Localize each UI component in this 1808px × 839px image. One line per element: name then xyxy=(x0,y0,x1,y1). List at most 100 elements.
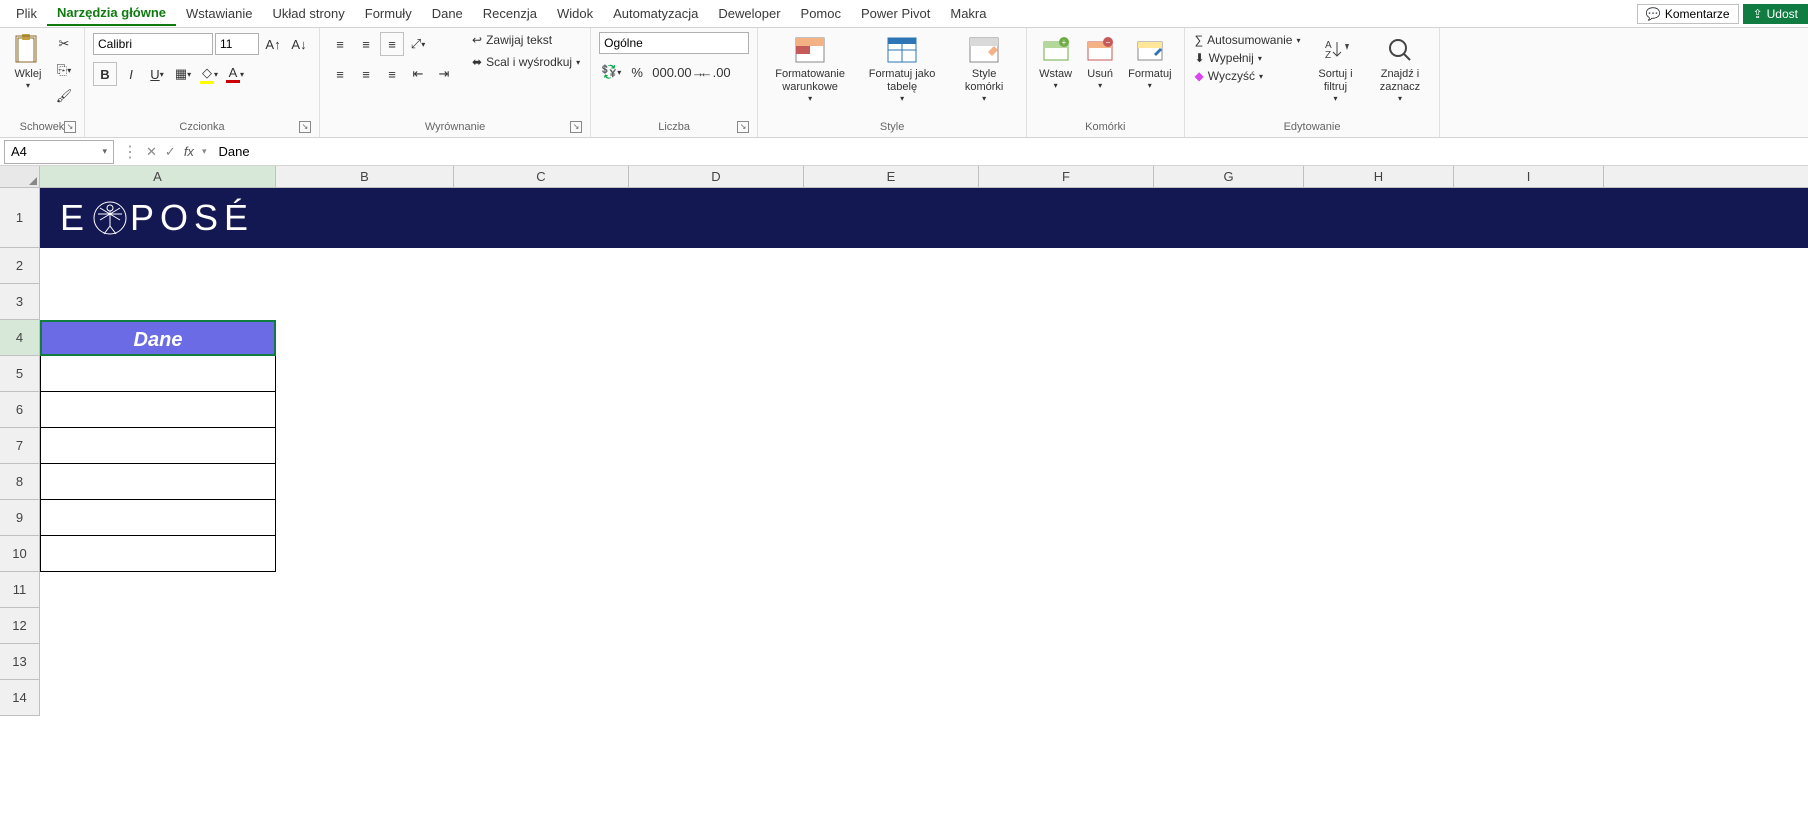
cut-button[interactable]: ✂ xyxy=(52,32,76,56)
cell-A9[interactable] xyxy=(40,500,276,536)
cell-A4[interactable]: Dane xyxy=(40,320,276,356)
underline-button[interactable]: U▾ xyxy=(145,62,169,86)
align-top-button[interactable]: ≡ xyxy=(328,32,352,56)
increase-decimal-button[interactable]: .00→ xyxy=(677,60,701,84)
col-header-F[interactable]: F xyxy=(979,166,1154,187)
borders-button[interactable]: ▦▾ xyxy=(171,62,195,86)
autosum-button[interactable]: ∑ Autosumowanie ▾ xyxy=(1193,32,1303,48)
font-color-button[interactable]: A▾ xyxy=(223,62,247,86)
align-left-button[interactable]: ≡ xyxy=(328,62,352,86)
italic-button[interactable]: I xyxy=(119,62,143,86)
col-header-B[interactable]: B xyxy=(276,166,454,187)
align-middle-button[interactable]: ≡ xyxy=(354,32,378,56)
decrease-indent-button[interactable]: ⇤ xyxy=(406,62,430,86)
row-header-12[interactable]: 12 xyxy=(0,608,39,644)
comments-button[interactable]: 💬 Komentarze xyxy=(1637,4,1739,24)
wrap-text-button[interactable]: ↩ Zawijaj tekst xyxy=(470,32,582,48)
tab-power-pivot[interactable]: Power Pivot xyxy=(851,2,940,25)
increase-indent-button[interactable]: ⇥ xyxy=(432,62,456,86)
col-header-D[interactable]: D xyxy=(629,166,804,187)
tab-file[interactable]: Plik xyxy=(6,2,47,25)
format-as-table-button[interactable]: Formatuj jako tabelę▾ xyxy=(858,32,946,106)
conditional-formatting-button[interactable]: Formatowanie warunkowe▾ xyxy=(766,32,854,106)
cell-A8[interactable] xyxy=(40,464,276,500)
formula-input[interactable] xyxy=(210,140,1808,164)
decrease-decimal-button[interactable]: ←.00 xyxy=(703,60,727,84)
fill-button[interactable]: ⬇ Wypełnij ▾ xyxy=(1193,50,1303,66)
row-header-11[interactable]: 11 xyxy=(0,572,39,608)
col-header-G[interactable]: G xyxy=(1154,166,1304,187)
merge-center-button[interactable]: ⬌ Scal i wyśrodkuj ▾ xyxy=(470,54,582,70)
copy-button[interactable]: ⎘▾ xyxy=(52,58,76,82)
percent-button[interactable]: % xyxy=(625,60,649,84)
row-header-4[interactable]: 4 xyxy=(0,320,39,356)
col-header-I[interactable]: I xyxy=(1454,166,1604,187)
accounting-format-button[interactable]: 💱▾ xyxy=(599,60,623,84)
align-right-button[interactable]: ≡ xyxy=(380,62,404,86)
col-header-C[interactable]: C xyxy=(454,166,629,187)
cell-A5[interactable] xyxy=(40,356,276,392)
dialog-launcher-icon[interactable]: ↘ xyxy=(570,121,582,133)
find-select-button[interactable]: Znajdź i zaznacz▾ xyxy=(1368,32,1431,106)
dialog-launcher-icon[interactable]: ↘ xyxy=(299,121,311,133)
row-header-5[interactable]: 5 xyxy=(0,356,39,392)
row-header-10[interactable]: 10 xyxy=(0,536,39,572)
row-header-8[interactable]: 8 xyxy=(0,464,39,500)
col-header-A[interactable]: A xyxy=(40,166,276,187)
comma-button[interactable]: 000 xyxy=(651,60,675,84)
share-button[interactable]: ⇪ Udost xyxy=(1743,4,1808,24)
tab-home[interactable]: Narzędzia główne xyxy=(47,1,176,26)
row-header-3[interactable]: 3 xyxy=(0,284,39,320)
cancel-formula-button[interactable]: ✕ xyxy=(142,144,161,160)
insert-cells-button[interactable]: + Wstaw▾ xyxy=(1035,32,1076,93)
cell-styles-button[interactable]: Style komórki▾ xyxy=(950,32,1018,106)
bold-button[interactable]: B xyxy=(93,62,117,86)
tab-help[interactable]: Pomoc xyxy=(791,2,851,25)
row-header-2[interactable]: 2 xyxy=(0,248,39,284)
col-header-H[interactable]: H xyxy=(1304,166,1454,187)
clear-button[interactable]: ◆ Wyczyść ▾ xyxy=(1193,68,1303,84)
cell-A10[interactable] xyxy=(40,536,276,572)
cell-A6[interactable] xyxy=(40,392,276,428)
row-header-9[interactable]: 9 xyxy=(0,500,39,536)
cells-area[interactable]: E POSÉ Dane xyxy=(40,188,1808,716)
sort-filter-button[interactable]: AZ Sortuj i filtruj▾ xyxy=(1306,32,1364,106)
font-name-input[interactable] xyxy=(93,33,213,55)
tab-automate[interactable]: Automatyzacja xyxy=(603,2,708,25)
fill-color-button[interactable]: ◇▾ xyxy=(197,62,221,86)
tab-review[interactable]: Recenzja xyxy=(473,2,547,25)
tab-insert[interactable]: Wstawianie xyxy=(176,2,262,25)
increase-font-button[interactable]: A↑ xyxy=(261,32,285,56)
row-header-1[interactable]: 1 xyxy=(0,188,39,248)
name-box[interactable]: A4 ▾ xyxy=(4,140,114,164)
format-painter-button[interactable]: 🖌 xyxy=(52,84,76,108)
fx-icon[interactable]: fx xyxy=(180,144,198,159)
col-header-E[interactable]: E xyxy=(804,166,979,187)
tab-developer[interactable]: Deweloper xyxy=(708,2,790,25)
align-bottom-button[interactable]: ≡ xyxy=(380,32,404,56)
comments-label: Komentarze xyxy=(1665,7,1730,21)
chevron-down-icon[interactable]: ▾ xyxy=(198,146,211,157)
tab-page-layout[interactable]: Układ strony xyxy=(263,2,355,25)
row-header-14[interactable]: 14 xyxy=(0,680,39,716)
number-format-select[interactable] xyxy=(599,32,749,54)
dialog-launcher-icon[interactable]: ↘ xyxy=(64,121,76,133)
select-all-corner[interactable] xyxy=(0,166,40,187)
align-center-button[interactable]: ≡ xyxy=(354,62,378,86)
enter-formula-button[interactable]: ✓ xyxy=(161,144,180,160)
format-cells-button[interactable]: Formatuj▾ xyxy=(1124,32,1175,93)
tab-data[interactable]: Dane xyxy=(422,2,473,25)
tab-view[interactable]: Widok xyxy=(547,2,603,25)
row-header-13[interactable]: 13 xyxy=(0,644,39,680)
decrease-font-button[interactable]: A↓ xyxy=(287,32,311,56)
font-size-input[interactable] xyxy=(215,33,259,55)
tab-formulas[interactable]: Formuły xyxy=(355,2,422,25)
row-header-6[interactable]: 6 xyxy=(0,392,39,428)
paste-button[interactable]: Wklej ▾ xyxy=(8,32,48,93)
dialog-launcher-icon[interactable]: ↘ xyxy=(737,121,749,133)
orientation-button[interactable]: ⤢▾ xyxy=(406,32,430,56)
cell-A7[interactable] xyxy=(40,428,276,464)
tab-macros[interactable]: Makra xyxy=(940,2,996,25)
row-header-7[interactable]: 7 xyxy=(0,428,39,464)
delete-cells-button[interactable]: − Usuń▾ xyxy=(1080,32,1120,93)
